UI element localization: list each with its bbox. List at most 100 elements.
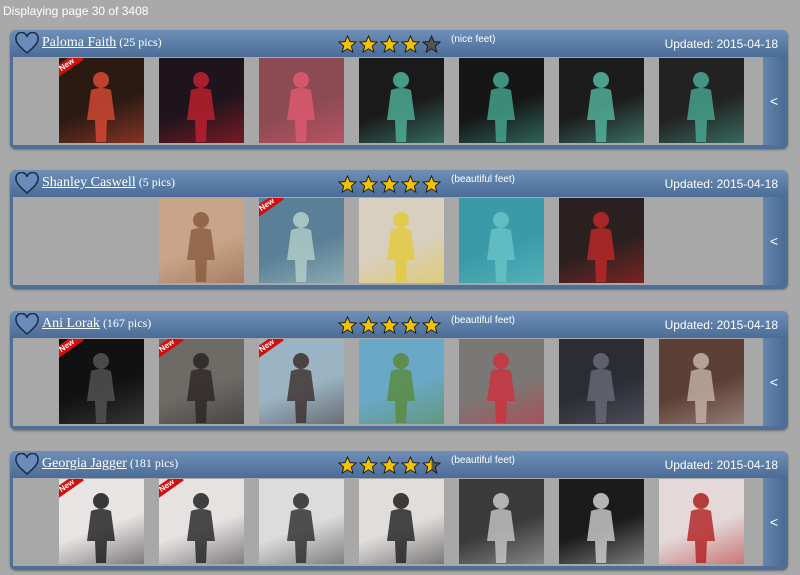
photo-thumbnail[interactable] bbox=[159, 58, 244, 143]
scroll-left-button[interactable]: < bbox=[763, 197, 785, 285]
star-icon[interactable] bbox=[359, 316, 378, 335]
rating-stars[interactable] bbox=[338, 175, 441, 194]
photo-thumbnail[interactable]: New bbox=[259, 198, 344, 283]
chevron-left-icon: < bbox=[769, 93, 779, 109]
star-icon[interactable] bbox=[338, 175, 357, 194]
photo-figure bbox=[487, 212, 515, 282]
photo-figure bbox=[287, 72, 315, 142]
pic-count: (181 pics) bbox=[129, 456, 179, 470]
photo-thumbnail[interactable] bbox=[659, 339, 744, 424]
star-icon[interactable] bbox=[380, 35, 399, 54]
star-icon[interactable] bbox=[401, 175, 420, 194]
celebrity-name-link[interactable]: Ani Lorak bbox=[42, 316, 100, 331]
star-icon[interactable] bbox=[359, 35, 378, 54]
star-icon[interactable] bbox=[338, 456, 357, 475]
photo-thumbnail[interactable]: New bbox=[159, 339, 244, 424]
thumbnail-strip: New < bbox=[13, 197, 785, 285]
star-icon[interactable] bbox=[422, 456, 441, 475]
photo-thumbnail[interactable]: New bbox=[159, 479, 244, 564]
name-line: Paloma Faith (25 pics) bbox=[42, 35, 162, 51]
rating-stars[interactable] bbox=[338, 456, 441, 475]
photo-figure bbox=[287, 212, 315, 282]
star-icon[interactable] bbox=[401, 316, 420, 335]
star-icon[interactable] bbox=[422, 175, 441, 194]
thumbnail-row: New New New bbox=[13, 338, 759, 426]
star-icon[interactable] bbox=[380, 316, 399, 335]
photo-thumbnail[interactable] bbox=[559, 479, 644, 564]
heart-icon[interactable] bbox=[15, 172, 39, 196]
photo-thumbnail[interactable] bbox=[359, 339, 444, 424]
photo-figure bbox=[587, 212, 615, 282]
photo-figure bbox=[587, 353, 615, 423]
celebrity-card: Paloma Faith (25 pics) (nice feet) Updated:… bbox=[10, 30, 788, 149]
photo-figure bbox=[587, 493, 615, 563]
star-icon[interactable] bbox=[338, 316, 357, 335]
photo-thumbnail[interactable] bbox=[559, 339, 644, 424]
photo-thumbnail[interactable] bbox=[559, 198, 644, 283]
photo-thumbnail[interactable]: New bbox=[259, 339, 344, 424]
heart-icon[interactable] bbox=[15, 453, 39, 477]
name-line: Shanley Caswell (5 pics) bbox=[42, 175, 175, 191]
photo-thumbnail[interactable] bbox=[359, 198, 444, 283]
photo-figure bbox=[687, 493, 715, 563]
celebrity-card: Ani Lorak (167 pics) (beautiful feet) Updat… bbox=[10, 311, 788, 430]
photo-figure bbox=[687, 72, 715, 142]
photo-thumbnail[interactable] bbox=[259, 479, 344, 564]
star-icon[interactable] bbox=[401, 456, 420, 475]
updated-date: Updated: 2015-04-18 bbox=[664, 318, 778, 332]
photo-thumbnail[interactable] bbox=[359, 58, 444, 143]
photo-thumbnail[interactable] bbox=[459, 198, 544, 283]
photo-figure bbox=[387, 212, 415, 282]
thumbnail-row: New bbox=[13, 57, 759, 145]
photo-figure bbox=[687, 353, 715, 423]
photo-figure bbox=[87, 493, 115, 563]
rating-stars[interactable] bbox=[338, 316, 441, 335]
photo-thumbnail[interactable] bbox=[459, 58, 544, 143]
photo-figure bbox=[587, 72, 615, 142]
card-header: Georgia Jagger (181 pics) (beautiful feet)… bbox=[10, 451, 788, 478]
thumbnail-strip: New New < bbox=[13, 478, 785, 566]
photo-thumbnail[interactable] bbox=[459, 339, 544, 424]
chevron-left-icon: < bbox=[769, 514, 779, 530]
heart-icon[interactable] bbox=[15, 313, 39, 337]
scroll-left-button[interactable]: < bbox=[763, 478, 785, 566]
star-icon[interactable] bbox=[338, 35, 357, 54]
photo-thumbnail[interactable] bbox=[659, 58, 744, 143]
pic-count: (5 pics) bbox=[138, 175, 176, 189]
heart-icon[interactable] bbox=[15, 32, 39, 56]
thumbnail-row: New New bbox=[13, 478, 759, 566]
celebrity-card: Georgia Jagger (181 pics) (beautiful feet)… bbox=[10, 451, 788, 570]
star-icon[interactable] bbox=[422, 35, 441, 54]
star-icon[interactable] bbox=[380, 175, 399, 194]
photo-thumbnail[interactable] bbox=[559, 58, 644, 143]
name-line: Ani Lorak (167 pics) bbox=[42, 316, 151, 332]
star-icon[interactable] bbox=[422, 316, 441, 335]
photo-thumbnail[interactable]: New bbox=[59, 58, 144, 143]
feet-rating-label: (nice feet) bbox=[451, 34, 496, 45]
scroll-left-button[interactable]: < bbox=[763, 57, 785, 145]
star-icon[interactable] bbox=[380, 456, 399, 475]
photo-thumbnail[interactable] bbox=[459, 479, 544, 564]
photo-thumbnail[interactable]: New bbox=[59, 339, 144, 424]
updated-date: Updated: 2015-04-18 bbox=[664, 37, 778, 51]
rating-stars[interactable] bbox=[338, 35, 441, 54]
photo-thumbnail[interactable] bbox=[659, 479, 744, 564]
celebrity-name-link[interactable]: Paloma Faith bbox=[42, 35, 116, 50]
photo-thumbnail[interactable] bbox=[359, 479, 444, 564]
celebrity-name-link[interactable]: Shanley Caswell bbox=[42, 175, 136, 190]
name-line: Georgia Jagger (181 pics) bbox=[42, 456, 178, 472]
feet-rating-label: (beautiful feet) bbox=[451, 315, 515, 326]
star-icon[interactable] bbox=[401, 35, 420, 54]
star-icon[interactable] bbox=[359, 175, 378, 194]
photo-figure bbox=[287, 493, 315, 563]
star-icon[interactable] bbox=[359, 456, 378, 475]
feet-rating-label: (beautiful feet) bbox=[451, 174, 515, 185]
photo-thumbnail[interactable] bbox=[259, 58, 344, 143]
updated-date: Updated: 2015-04-18 bbox=[664, 177, 778, 191]
photo-thumbnail[interactable]: New bbox=[59, 479, 144, 564]
photo-thumbnail[interactable] bbox=[159, 198, 244, 283]
photo-figure bbox=[487, 72, 515, 142]
celebrity-name-link[interactable]: Georgia Jagger bbox=[42, 456, 127, 471]
photo-figure bbox=[387, 353, 415, 423]
scroll-left-button[interactable]: < bbox=[763, 338, 785, 426]
